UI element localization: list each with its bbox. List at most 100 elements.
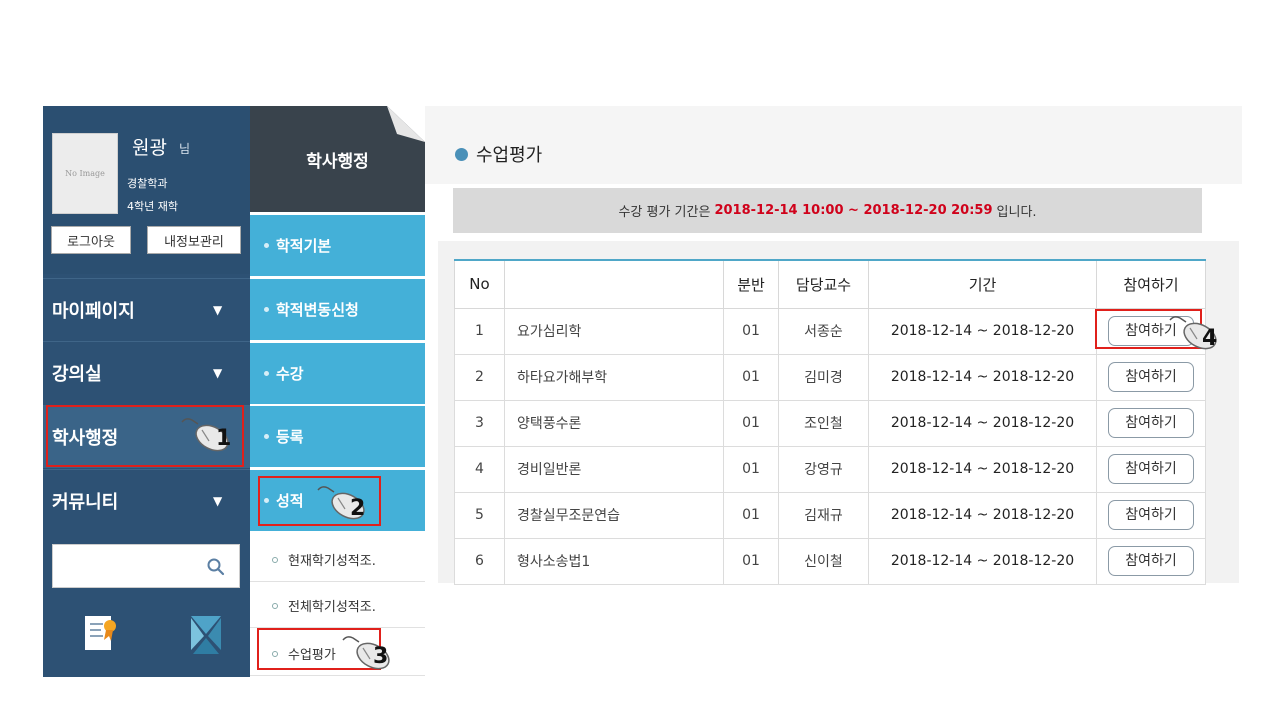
join-button[interactable]: 참여하기 — [1108, 546, 1194, 576]
sidebar-item-label: 커뮤니티 — [52, 492, 119, 513]
step-number-2: 2 — [350, 496, 366, 521]
search-icon[interactable] — [206, 557, 226, 577]
ring-bullet-icon — [272, 602, 278, 609]
row-professor: 서종순 — [778, 307, 869, 355]
mouse-icon — [342, 636, 390, 670]
page-title: 수업평가 — [476, 145, 543, 166]
submenu-item-label: 수강 — [276, 365, 304, 383]
row-section: 01 — [723, 307, 779, 355]
table-row: 2 하타요가해부학 01 김미경 2018-12-14 ~ 2018-12-20… — [454, 353, 1206, 401]
row-period: 2018-12-14 ~ 2018-12-20 — [868, 353, 1097, 401]
join-button[interactable]: 참여하기 — [1108, 500, 1194, 530]
row-period: 2018-12-14 ~ 2018-12-20 — [868, 445, 1097, 493]
join-button[interactable]: 참여하기 — [1108, 362, 1194, 392]
submenu-item-label: 학적변동신청 — [276, 301, 359, 319]
step-number-1: 1 — [216, 426, 232, 451]
certificate-icon[interactable] — [83, 614, 119, 654]
table-row: 1 요가심리학 01 서종순 2018-12-14 ~ 2018-12-20 참… — [454, 307, 1206, 355]
chevron-down-icon: ▼ — [213, 494, 223, 508]
row-subject: 요가심리학 — [504, 307, 724, 355]
bullet-icon — [264, 307, 269, 312]
row-join-cell: 참여하기 — [1096, 491, 1206, 539]
notice-prefix: 수강 평가 기간은 — [618, 205, 711, 220]
submenu-subitem-label: 현재학기성적조. — [288, 554, 376, 569]
cube-icon[interactable] — [189, 612, 223, 656]
ring-bullet-icon — [272, 556, 278, 563]
bullet-icon — [264, 371, 269, 376]
profile-panel: No Image 원광 님 경찰학과 4학년 재학 로그아웃 내정보관리 — [43, 106, 250, 274]
row-no: 4 — [454, 445, 505, 493]
row-subject: 형사소송법1 — [504, 537, 724, 585]
row-join-cell: 참여하기 — [1096, 399, 1206, 447]
row-subject: 양택풍수론 — [504, 399, 724, 447]
profile-manage-button[interactable]: 내정보관리 — [147, 226, 241, 254]
join-button[interactable]: 참여하기 — [1108, 454, 1194, 484]
row-no: 1 — [454, 307, 505, 355]
submenu-item-change[interactable]: 학적변동신청 — [250, 279, 425, 340]
row-professor: 조인철 — [778, 399, 869, 447]
row-period: 2018-12-14 ~ 2018-12-20 — [868, 399, 1097, 447]
submenu-item-register[interactable]: 등록 — [250, 406, 425, 467]
row-professor: 김재규 — [778, 491, 869, 539]
title-bullet-icon — [455, 148, 468, 161]
sidebar-item-lecture[interactable]: 강의실 ▼ — [43, 341, 250, 404]
row-period: 2018-12-14 ~ 2018-12-20 — [868, 307, 1097, 355]
row-period: 2018-12-14 ~ 2018-12-20 — [868, 537, 1097, 585]
row-no: 5 — [454, 491, 505, 539]
row-subject: 경비일반론 — [504, 445, 724, 493]
bullet-icon — [264, 243, 269, 248]
user-name-suffix: 님 — [179, 142, 191, 156]
table-row: 6 형사소송법1 01 신이철 2018-12-14 ~ 2018-12-20 … — [454, 537, 1206, 585]
row-no: 6 — [454, 537, 505, 585]
step-number-3: 3 — [373, 644, 389, 669]
submenu-item-label: 등록 — [276, 428, 304, 446]
row-join-cell: 참여하기 — [1096, 353, 1206, 401]
table-header-row: No 분반 담당교수 기간 참여하기 — [454, 259, 1206, 309]
user-name: 원광 — [132, 137, 167, 159]
bullet-icon — [264, 434, 269, 439]
column-header-no: No — [454, 259, 505, 309]
row-section: 01 — [723, 445, 779, 493]
submenu-subitem-all-grades[interactable]: 전체학기성적조. — [250, 584, 425, 628]
sidebar: No Image 원광 님 경찰학과 4학년 재학 로그아웃 내정보관리 마이페… — [43, 106, 250, 677]
join-button[interactable]: 참여하기 — [1108, 408, 1194, 438]
table-row: 5 경찰실무조문연습 01 김재규 2018-12-14 ~ 2018-12-2… — [454, 491, 1206, 539]
row-join-cell: 참여하기 — [1096, 537, 1206, 585]
user-status: 4학년 재학 — [127, 200, 178, 213]
chevron-down-icon: ▼ — [213, 303, 223, 317]
row-section: 01 — [723, 399, 779, 447]
row-professor: 강영규 — [778, 445, 869, 493]
column-header-section: 분반 — [723, 259, 779, 309]
logout-button[interactable]: 로그아웃 — [51, 226, 131, 254]
search-input[interactable] — [52, 544, 240, 588]
table-row: 4 경비일반론 01 강영규 2018-12-14 ~ 2018-12-20 참… — [454, 445, 1206, 493]
row-professor: 신이철 — [778, 537, 869, 585]
row-section: 01 — [723, 537, 779, 585]
evaluation-period-notice: 수강 평가 기간은 2018-12-14 10:00 ~ 2018-12-20 … — [453, 188, 1202, 233]
submenu-subitem-label: 전체학기성적조. — [288, 600, 376, 615]
avatar: No Image — [52, 133, 118, 214]
content-header: 수업평가 — [425, 106, 1242, 184]
row-subject: 하타요가해부학 — [504, 353, 724, 401]
sidebar-item-mypage[interactable]: 마이페이지 ▼ — [43, 278, 250, 341]
evaluation-table: No 분반 담당교수 기간 참여하기 1 요가심리학 01 서종순 2018-1… — [454, 259, 1206, 585]
submenu-item-basic[interactable]: 학적기본 — [250, 215, 425, 276]
user-department: 경찰학과 — [127, 177, 168, 190]
row-no: 3 — [454, 399, 505, 447]
row-period: 2018-12-14 ~ 2018-12-20 — [868, 491, 1097, 539]
column-header-professor: 담당교수 — [778, 259, 869, 309]
notice-suffix: 입니다. — [996, 205, 1037, 220]
sidebar-item-community[interactable]: 커뮤니티 ▼ — [43, 469, 250, 532]
chevron-down-icon: ▼ — [213, 366, 223, 380]
step-number-4: 4 — [1202, 326, 1218, 351]
submenu-item-label: 학적기본 — [276, 237, 332, 255]
column-header-subject — [504, 259, 724, 309]
page-fold-icon — [387, 106, 425, 142]
submenu-item-course[interactable]: 수강 — [250, 343, 425, 404]
sidebar-item-label: 마이페이지 — [52, 301, 135, 322]
row-subject: 경찰실무조문연습 — [504, 491, 724, 539]
row-section: 01 — [723, 491, 779, 539]
row-professor: 김미경 — [778, 353, 869, 401]
submenu-subitem-current-grades[interactable]: 현재학기성적조. — [250, 538, 425, 582]
column-header-join: 참여하기 — [1096, 259, 1206, 309]
